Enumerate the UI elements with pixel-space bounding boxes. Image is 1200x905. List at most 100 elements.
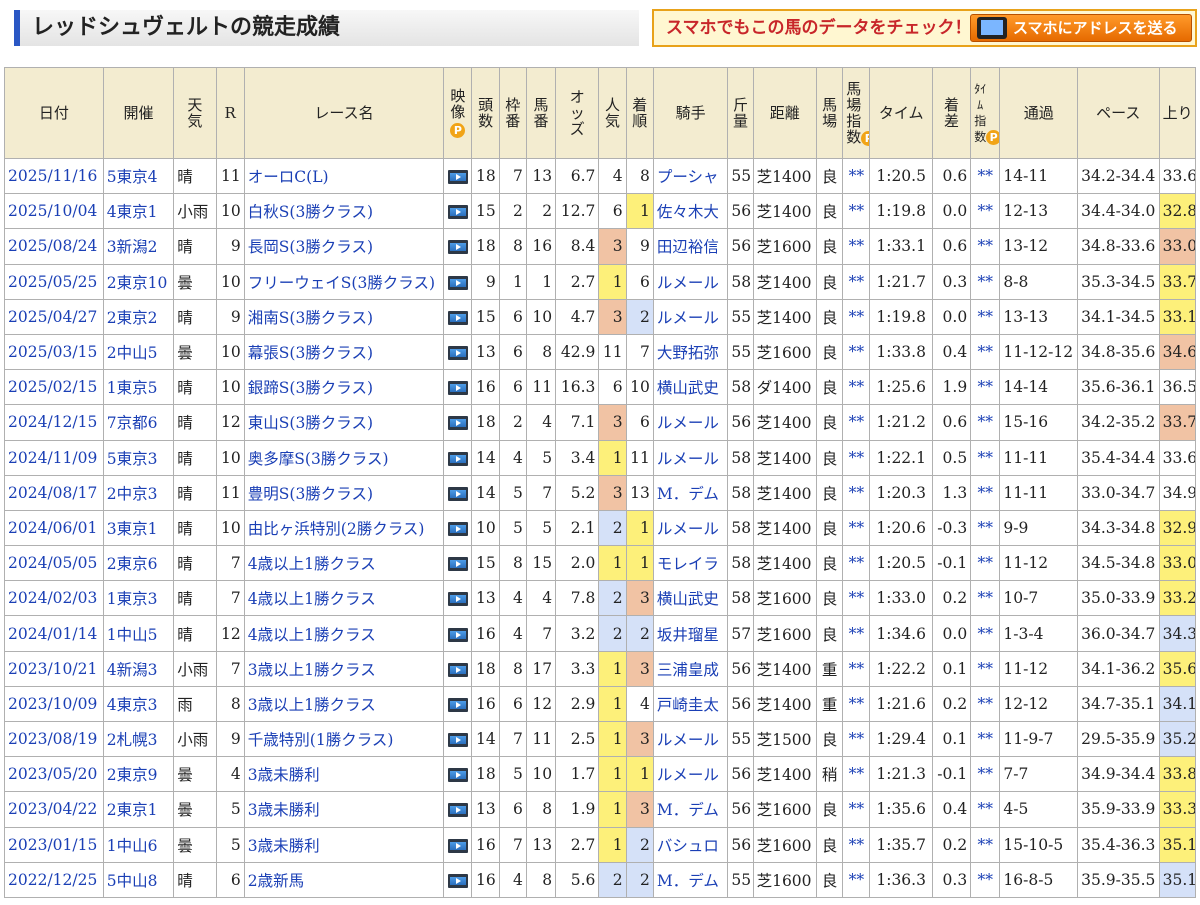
race-date-link[interactable]: 2024/12/15 — [4, 404, 104, 441]
race-name-link[interactable]: 湘南S(3勝クラス) — [243, 298, 445, 335]
video-cell[interactable] — [443, 545, 473, 582]
video-cell[interactable] — [443, 509, 473, 547]
venue-link[interactable]: 4東京3 — [102, 685, 175, 723]
race-date-link[interactable]: 2023/01/15 — [4, 826, 104, 863]
jockey-link[interactable]: 大野拓弥 — [652, 333, 729, 371]
jockey-link[interactable]: ルメール — [652, 756, 729, 793]
jockey-link[interactable]: ルメール — [652, 298, 729, 335]
venue-link[interactable]: 1中山5 — [102, 615, 175, 652]
venue-link[interactable]: 5東京3 — [102, 439, 175, 476]
video-cell[interactable] — [443, 298, 473, 335]
video-cell[interactable] — [443, 193, 473, 230]
video-cell[interactable] — [443, 615, 473, 652]
race-name-link[interactable]: オーロC(L) — [243, 157, 445, 195]
video-cell[interactable] — [443, 263, 473, 300]
track-index-link[interactable]: ** — [842, 263, 871, 300]
race-date-link[interactable]: 2025/03/15 — [4, 333, 104, 371]
track-index-link[interactable]: ** — [842, 298, 871, 335]
race-name-link[interactable]: 4歳以上1勝クラス — [243, 545, 445, 582]
jockey-link[interactable]: バシュロ — [652, 826, 729, 863]
video-cell[interactable] — [443, 791, 473, 828]
video-cell[interactable] — [443, 580, 473, 617]
time-index-link[interactable]: ** — [970, 369, 1001, 406]
header-date[interactable]: 日付 — [4, 67, 104, 159]
header-passing[interactable]: 通過 — [999, 67, 1078, 159]
venue-link[interactable]: 7京都6 — [102, 404, 175, 441]
track-index-link[interactable]: ** — [842, 615, 871, 652]
race-date-link[interactable]: 2023/10/09 — [4, 685, 104, 723]
venue-link[interactable]: 2東京10 — [102, 263, 175, 300]
track-index-link[interactable]: ** — [842, 861, 871, 898]
race-date-link[interactable]: 2023/10/21 — [4, 650, 104, 687]
video-cell[interactable] — [443, 157, 473, 195]
jockey-link[interactable]: 坂井瑠星 — [652, 615, 729, 652]
track-index-link[interactable]: ** — [842, 720, 871, 758]
track-index-link[interactable]: ** — [842, 333, 871, 371]
venue-link[interactable]: 1東京5 — [102, 369, 175, 406]
race-name-link[interactable]: 千歳特別(1勝クラス) — [243, 720, 445, 758]
header-venue[interactable]: 開催 — [102, 67, 175, 159]
header-horse-no[interactable]: 馬番 — [525, 67, 557, 159]
venue-link[interactable]: 4東京1 — [102, 193, 175, 230]
venue-link[interactable]: 2東京2 — [102, 298, 175, 335]
jockey-link[interactable]: ルメール — [652, 509, 729, 547]
race-date-link[interactable]: 2022/12/25 — [4, 861, 104, 898]
time-index-link[interactable]: ** — [970, 685, 1001, 723]
race-name-link[interactable]: 白秋S(3勝クラス) — [243, 193, 445, 230]
venue-link[interactable]: 4新潟3 — [102, 650, 175, 687]
header-frame[interactable]: 枠番 — [498, 67, 527, 159]
race-name-link[interactable]: 3歳未勝利 — [243, 826, 445, 863]
race-date-link[interactable]: 2023/05/20 — [4, 756, 104, 793]
race-date-link[interactable]: 2024/06/01 — [4, 509, 104, 547]
jockey-link[interactable]: プーシャ — [652, 157, 729, 195]
video-cell[interactable] — [443, 228, 473, 265]
track-index-link[interactable]: ** — [842, 545, 871, 582]
time-index-link[interactable]: ** — [970, 826, 1001, 863]
time-index-link[interactable]: ** — [970, 545, 1001, 582]
race-name-link[interactable]: 4歳以上1勝クラス — [243, 580, 445, 617]
time-index-link[interactable]: ** — [970, 509, 1001, 547]
race-name-link[interactable]: 2歳新馬 — [243, 861, 445, 898]
venue-link[interactable]: 3新潟2 — [102, 228, 175, 265]
race-name-link[interactable]: 4歳以上1勝クラス — [243, 615, 445, 652]
track-index-link[interactable]: ** — [842, 826, 871, 863]
race-name-link[interactable]: 東山S(3勝クラス) — [243, 404, 445, 441]
header-weather[interactable]: 天気 — [173, 67, 217, 159]
header-jockey[interactable]: 騎手 — [652, 67, 729, 159]
venue-link[interactable]: 1中山6 — [102, 826, 175, 863]
race-name-link[interactable]: 3歳以上1勝クラス — [243, 650, 445, 687]
jockey-link[interactable]: ルメール — [652, 263, 729, 300]
header-runners[interactable]: 頭数 — [471, 67, 500, 159]
track-index-link[interactable]: ** — [842, 791, 871, 828]
header-pace[interactable]: ペース — [1076, 67, 1160, 159]
time-index-link[interactable]: ** — [970, 720, 1001, 758]
venue-link[interactable]: 5中山8 — [102, 861, 175, 898]
venue-link[interactable]: 3東京1 — [102, 509, 175, 547]
time-index-link[interactable]: ** — [970, 615, 1001, 652]
video-cell[interactable] — [443, 756, 473, 793]
track-index-link[interactable]: ** — [842, 580, 871, 617]
track-index-link[interactable]: ** — [842, 650, 871, 687]
jockey-link[interactable]: M．デム — [652, 474, 729, 511]
time-index-link[interactable]: ** — [970, 157, 1001, 195]
time-index-link[interactable]: ** — [970, 298, 1001, 335]
time-index-link[interactable]: ** — [970, 228, 1001, 265]
race-date-link[interactable]: 2025/08/24 — [4, 228, 104, 265]
race-date-link[interactable]: 2025/04/27 — [4, 298, 104, 335]
race-date-link[interactable]: 2025/02/15 — [4, 369, 104, 406]
video-cell[interactable] — [443, 650, 473, 687]
header-distance[interactable]: 距離 — [752, 67, 818, 159]
header-last3f[interactable]: 上り — [1158, 67, 1197, 159]
jockey-link[interactable]: ルメール — [652, 720, 729, 758]
time-index-link[interactable]: ** — [970, 791, 1001, 828]
race-date-link[interactable]: 2025/10/04 — [4, 193, 104, 230]
track-index-link[interactable]: ** — [842, 157, 871, 195]
race-date-link[interactable]: 2024/08/17 — [4, 474, 104, 511]
venue-link[interactable]: 2札幌3 — [102, 720, 175, 758]
venue-link[interactable]: 1東京3 — [102, 580, 175, 617]
header-finish[interactable]: 着順 — [625, 67, 654, 159]
video-cell[interactable] — [443, 474, 473, 511]
time-index-link[interactable]: ** — [970, 333, 1001, 371]
venue-link[interactable]: 2中京3 — [102, 474, 175, 511]
time-index-link[interactable]: ** — [970, 861, 1001, 898]
